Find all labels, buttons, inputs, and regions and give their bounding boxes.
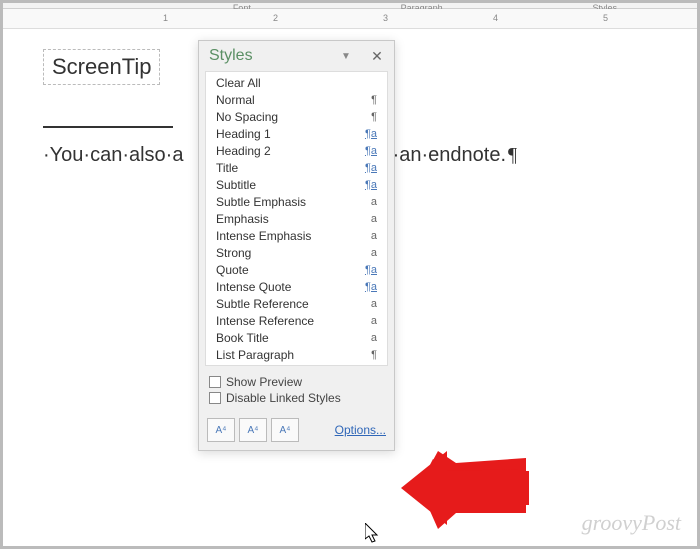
style-item[interactable]: Clear All	[206, 74, 387, 91]
style-item[interactable]: Heading 2¶a	[206, 142, 387, 159]
style-type-icon: a	[371, 247, 377, 259]
style-label: Quote	[216, 263, 365, 277]
style-item[interactable]: Intense Quote¶a	[206, 278, 387, 295]
style-label: Normal	[216, 93, 371, 107]
style-type-icon: ¶a	[365, 162, 377, 174]
new-style-button[interactable]: A⁴	[207, 418, 235, 442]
style-item[interactable]: Stronga	[206, 244, 387, 261]
style-label: Intense Quote	[216, 280, 365, 294]
style-label: Subtle Reference	[216, 297, 371, 311]
style-type-icon: a	[371, 230, 377, 242]
style-item[interactable]: Quote¶a	[206, 261, 387, 278]
style-type-icon: ¶	[371, 94, 377, 106]
options-link[interactable]: Options...	[335, 423, 386, 437]
style-type-icon: ¶	[371, 349, 377, 361]
watermark: groovyPost	[582, 510, 681, 536]
style-item[interactable]: Subtle Emphasisa	[206, 193, 387, 210]
style-item[interactable]: Intense Referencea	[206, 312, 387, 329]
style-type-icon: ¶a	[365, 264, 377, 276]
style-label: Heading 2	[216, 144, 365, 158]
style-type-icon: a	[371, 213, 377, 225]
style-label: Subtitle	[216, 178, 365, 192]
style-item[interactable]: Title¶a	[206, 159, 387, 176]
pane-dropdown-icon[interactable]: ▼	[340, 51, 352, 62]
style-type-icon: a	[371, 315, 377, 327]
disable-linked-checkbox[interactable]: Disable Linked Styles	[209, 390, 384, 406]
style-type-icon: ¶a	[365, 128, 377, 140]
style-item[interactable]: Book Titlea	[206, 329, 387, 346]
screentip-text: ScreenTip	[52, 54, 151, 80]
styles-pane: Styles ▼ ✕ Clear AllNormal¶No Spacing¶He…	[198, 40, 395, 451]
style-type-icon: ¶a	[365, 281, 377, 293]
style-label: Subtle Emphasis	[216, 195, 371, 209]
style-item[interactable]: Emphasisa	[206, 210, 387, 227]
screentip-table-cell[interactable]: ScreenTip	[43, 49, 160, 85]
style-label: Title	[216, 161, 365, 175]
cursor-icon	[365, 523, 383, 545]
horizontal-ruler: 1 2 3 4 5	[3, 9, 697, 29]
style-item[interactable]: Subtle Referencea	[206, 295, 387, 312]
style-item[interactable]: Subtitle¶a	[206, 176, 387, 193]
style-type-icon: a	[371, 298, 377, 310]
styles-list: Clear AllNormal¶No Spacing¶Heading 1¶aHe…	[205, 71, 388, 366]
style-item[interactable]: No Spacing¶	[206, 108, 387, 125]
show-preview-checkbox[interactable]: Show Preview	[209, 374, 384, 390]
style-label: Emphasis	[216, 212, 371, 226]
style-type-icon: a	[371, 196, 377, 208]
style-inspector-button[interactable]: A⁴	[239, 418, 267, 442]
style-label: Book Title	[216, 331, 371, 345]
style-type-icon: ¶a	[365, 179, 377, 191]
style-type-icon: ¶	[371, 111, 377, 123]
style-item[interactable]: Normal¶	[206, 91, 387, 108]
style-item[interactable]: Intense Emphasisa	[206, 227, 387, 244]
manage-styles-button[interactable]: A⁴	[271, 418, 299, 442]
style-label: Intense Reference	[216, 314, 371, 328]
style-label: Clear All	[216, 76, 377, 90]
style-item[interactable]: List Paragraph¶	[206, 346, 387, 363]
style-label: Strong	[216, 246, 371, 260]
style-type-icon: a	[371, 332, 377, 344]
pane-title: Styles	[209, 47, 340, 65]
annotation-arrow	[401, 451, 531, 531]
close-icon[interactable]: ✕	[370, 49, 384, 63]
style-label: List Paragraph	[216, 348, 371, 362]
style-label: No Spacing	[216, 110, 371, 124]
style-item[interactable]: Heading 1¶a	[206, 125, 387, 142]
style-label: Intense Emphasis	[216, 229, 371, 243]
style-type-icon: ¶a	[365, 145, 377, 157]
style-label: Heading 1	[216, 127, 365, 141]
